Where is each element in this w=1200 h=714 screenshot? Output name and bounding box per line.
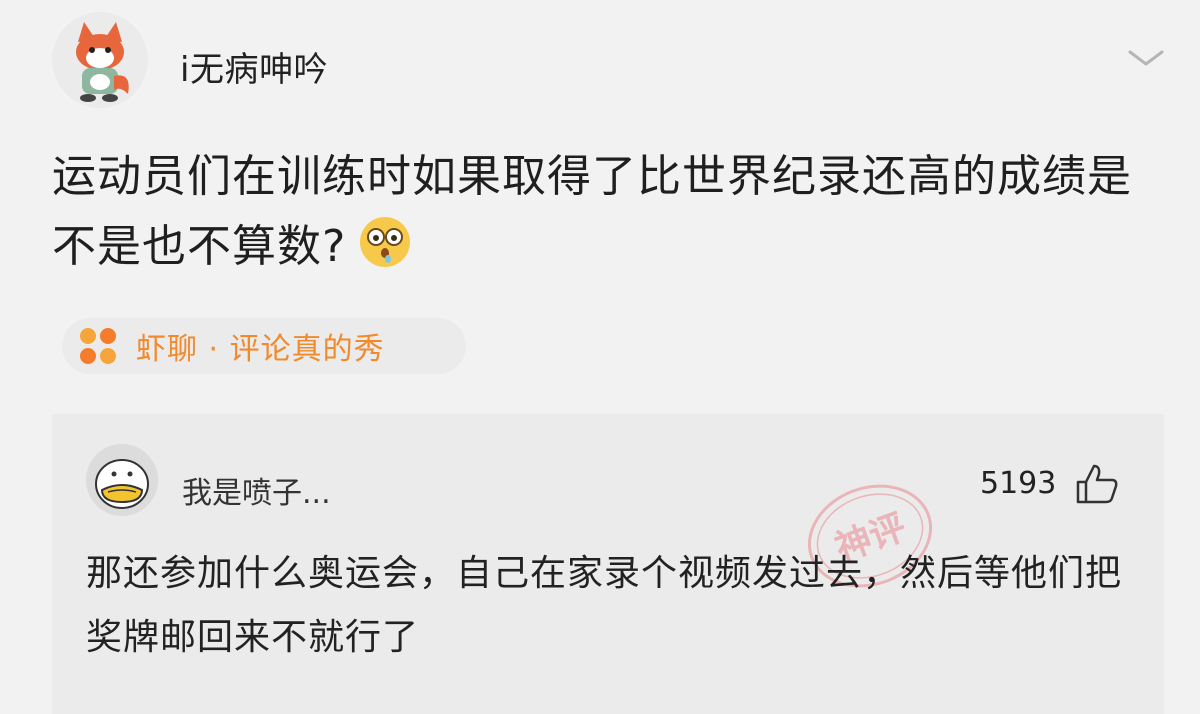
duck-avatar-illustration (86, 444, 158, 516)
thumbs-up-icon[interactable] (1074, 462, 1120, 506)
author-username[interactable]: i无病呻吟 (180, 42, 328, 91)
topic-logo-icon (80, 328, 116, 364)
fox-avatar-illustration (52, 12, 148, 108)
comment-text: 那还参加什么奥运会，自己在家录个视频发过去，然后等他们把奖牌邮回来不就行了 (86, 553, 1123, 658)
flushed-face-emoji-icon (360, 217, 411, 267)
post-content: 运动员们在训练时如果取得了比世界纪录还高的成绩是不是也不算数? (52, 142, 1162, 282)
topic-label: 虾聊 · 评论真的秀 (136, 332, 385, 367)
post-text: 运动员们在训练时如果取得了比世界纪录还高的成绩是不是也不算数? (52, 151, 1132, 272)
author-avatar[interactable] (52, 12, 148, 108)
commenter-avatar[interactable] (86, 444, 158, 516)
topic-link[interactable]: 虾聊 · 评论真的秀 (62, 318, 466, 374)
commenter-username[interactable]: 我是喷子... (182, 468, 331, 512)
chevron-down-icon[interactable] (1124, 46, 1168, 70)
like-count: 5193 (980, 466, 1057, 501)
